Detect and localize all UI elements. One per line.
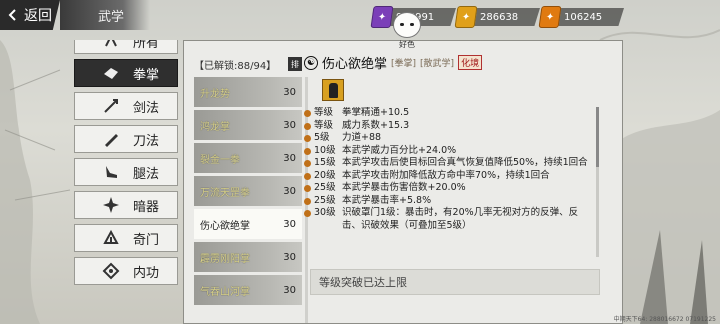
effects-scrollbar[interactable]	[596, 107, 599, 257]
skill-level: 30	[283, 284, 296, 296]
category-list: 所有 拳掌 剑法 刀法 腿法 暗器 奇门 内功	[74, 40, 178, 320]
fist-icon	[97, 59, 125, 87]
blade-icon	[97, 125, 125, 153]
category-blade-label: 刀法	[133, 133, 160, 149]
category-mystic-label: 奇门	[133, 232, 160, 248]
skill-level: 30	[283, 218, 296, 230]
skill-level: 30	[283, 86, 296, 98]
bullet-icon	[304, 147, 311, 155]
category-kick[interactable]: 腿法	[74, 158, 178, 186]
effect-row: 15级 本武学攻击后使目标回合真气恢复值降低50%，持续1回合	[304, 157, 594, 170]
all-icon	[97, 40, 125, 55]
back-button[interactable]: 返回	[0, 0, 60, 30]
category-all-label: 所有	[133, 40, 160, 51]
skill-effects-list: 等级 拳掌精通+10.5 等级 威力系数+15.3 5级 力道+88 10级 本武学威力…	[304, 107, 594, 255]
category-blade[interactable]: 刀法	[74, 125, 178, 153]
skill-stage-badge: 化境	[458, 55, 483, 70]
bullet-icon	[304, 197, 311, 205]
category-inner-label: 内功	[133, 265, 160, 281]
category-fist[interactable]: 拳掌	[74, 59, 178, 87]
category-dart-label: 暗器	[133, 199, 160, 215]
level-limit-notice: 等级突破已达上限	[310, 269, 600, 295]
skill-name: 裂金一拳	[200, 154, 240, 166]
skill-level: 30	[283, 185, 296, 197]
section-title-label: 武学	[98, 9, 125, 25]
build-info: 中期天下64: 288016672 07191225	[613, 316, 716, 323]
dart-icon	[97, 191, 125, 219]
sword-icon	[97, 92, 125, 120]
effect-row: 25级 本武学暴击伤害倍数+20.0%	[304, 182, 594, 195]
sort-button[interactable]: 排	[288, 57, 302, 71]
mystic-icon	[97, 224, 125, 252]
master-avatar[interactable]: 好色	[392, 12, 422, 49]
skill-item[interactable]: 裂金一拳 30	[194, 143, 302, 173]
orange-ticket-icon: ✦	[538, 6, 562, 28]
skill-name: 伤心欲绝掌	[200, 220, 250, 232]
effect-row: 10级 本武学威力百分比+24.0%	[304, 145, 594, 158]
category-fist-label: 拳掌	[133, 67, 160, 83]
category-sword-label: 剑法	[133, 100, 160, 116]
skill-panel: 【已解锁:88/94】 排 升龙势 30 鸿龙掌 30 裂金一拳 30 万流天罡…	[183, 40, 623, 324]
skill-portrait-icon	[322, 79, 344, 101]
kick-icon	[97, 158, 125, 186]
bullet-icon	[304, 210, 311, 217]
section-title: 武学	[60, 0, 150, 30]
category-dart[interactable]: 暗器	[74, 191, 178, 219]
category-mystic[interactable]: 奇门	[74, 224, 178, 252]
skill-item[interactable]: 霹雳刚阳掌 30	[194, 242, 302, 272]
yin-yang-icon: ☯	[304, 55, 318, 70]
currency-orange[interactable]: ✦ 106245	[538, 6, 624, 28]
bullet-icon	[304, 122, 311, 130]
skill-item-selected[interactable]: 伤心欲绝掌 30	[194, 209, 302, 239]
skill-school-tag: [散武学]	[420, 59, 455, 69]
category-inner[interactable]: 内功	[74, 257, 178, 285]
bullet-icon	[304, 135, 311, 142]
effect-row: 25级 本武学暴击率+5.8%	[304, 195, 594, 208]
category-all[interactable]: 所有	[74, 40, 178, 54]
master-face-icon	[393, 12, 421, 38]
effect-row: 等级 威力系数+15.3	[304, 120, 594, 133]
skill-level: 30	[283, 251, 296, 263]
skill-item[interactable]: 鸿龙掌 30	[194, 110, 302, 140]
skill-detail-title: 伤心欲绝掌	[322, 57, 388, 72]
unlock-count: 【已解锁:88/94】	[194, 60, 277, 72]
master-label: 好色	[399, 40, 415, 49]
bullet-icon	[304, 172, 311, 180]
back-arrow-icon	[8, 9, 16, 21]
skill-level: 30	[283, 152, 296, 164]
skill-type-tag: [拳掌]	[391, 59, 417, 69]
bullet-icon	[304, 110, 311, 117]
effect-row: 20级 本武学攻击附加降低敌方命中率70%，持续1回合	[304, 170, 594, 183]
skill-list: 升龙势 30 鸿龙掌 30 裂金一拳 30 万流天罡拳 30 伤心欲绝掌 30 …	[194, 77, 304, 324]
effect-row: 5级 力道+88	[304, 132, 594, 145]
category-kick-label: 腿法	[133, 166, 160, 182]
skill-name: 万流天罡拳	[200, 187, 250, 199]
category-sword[interactable]: 剑法	[74, 92, 178, 120]
skill-item[interactable]: 升龙势 30	[194, 77, 302, 107]
effect-row: 等级 拳掌精通+10.5	[304, 107, 594, 120]
currency-orange-value: 106245	[564, 11, 603, 23]
skill-item[interactable]: 气吞山河掌 30	[194, 275, 302, 305]
back-label: 返回	[24, 8, 52, 24]
skill-detail-header: ☯ 伤心欲绝掌 [拳掌] [散武学] 化境	[304, 53, 483, 72]
effect-row: 30级 识破罩门1级：暴击时，有20%几率无视对方的反弹、反击、识破效果（可叠加至…	[304, 207, 594, 232]
inner-icon	[97, 257, 125, 285]
skill-name: 鸿龙掌	[200, 121, 230, 133]
skill-detail: ☯ 伤心欲绝掌 [拳掌] [散武学] 化境 等级 拳掌精通+10.5 等级 威力系数…	[304, 51, 604, 321]
top-bar: 返回 武学 ✦ 908991 ✦ 286638 ✦ 106245	[0, 0, 720, 36]
purple-ticket-icon: ✦	[370, 6, 394, 28]
gold-ticket-icon: ✦	[454, 6, 478, 28]
currency-gold-value: 286638	[480, 11, 519, 23]
bullet-icon	[304, 160, 311, 167]
bullet-icon	[304, 185, 311, 192]
skill-name: 气吞山河掌	[200, 286, 250, 298]
skill-name: 升龙势	[200, 88, 230, 100]
currency-gold[interactable]: ✦ 286638	[454, 6, 540, 28]
skill-name: 霹雳刚阳掌	[200, 253, 250, 265]
skill-item[interactable]: 万流天罡拳 30	[194, 176, 302, 206]
skill-level: 30	[283, 119, 296, 131]
